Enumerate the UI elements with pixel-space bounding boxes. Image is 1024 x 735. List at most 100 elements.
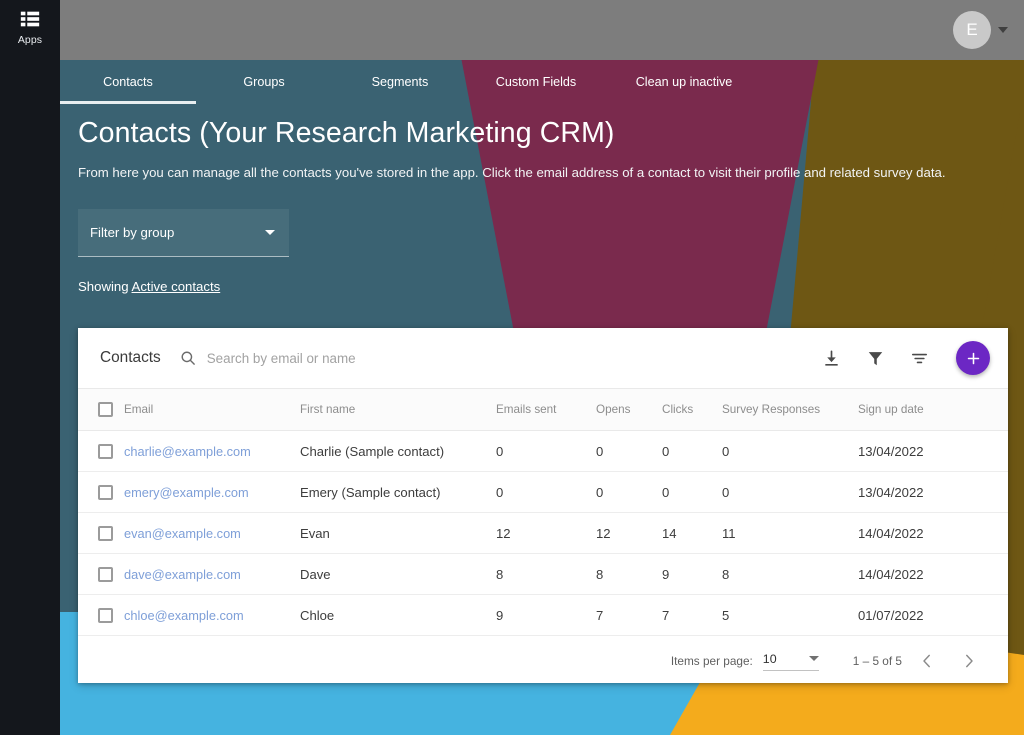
tab-custom-fields[interactable]: Custom Fields — [468, 60, 604, 104]
cell-signup-date: 13/04/2022 — [858, 472, 1008, 513]
items-per-page-label: Items per page: — [671, 654, 753, 668]
page-subtitle: From here you can manage all the contact… — [78, 164, 1008, 182]
row-select-cell — [78, 472, 124, 513]
cell-opens: 0 — [596, 472, 662, 513]
add-contact-button[interactable] — [956, 341, 990, 375]
column-header-signup-date[interactable]: Sign up date — [858, 389, 1008, 431]
account-menu[interactable]: E — [953, 11, 1008, 49]
cell-opens: 0 — [596, 431, 662, 472]
row-checkbox[interactable] — [98, 567, 113, 582]
column-header-clicks[interactable]: Clicks — [662, 389, 722, 431]
filter-by-group-select[interactable]: Filter by group — [78, 209, 289, 257]
tab-groups[interactable]: Groups — [196, 60, 332, 104]
email-link[interactable]: evan@example.com — [124, 526, 241, 541]
tab-label: Custom Fields — [496, 75, 576, 89]
cell-survey-responses: 11 — [722, 513, 858, 554]
row-checkbox[interactable] — [98, 526, 113, 541]
column-header-opens[interactable]: Opens — [596, 389, 662, 431]
cell-survey-responses: 5 — [722, 595, 858, 636]
sort-button[interactable] — [908, 347, 930, 369]
chevron-down-icon[interactable] — [998, 27, 1008, 33]
cell-email: chloe@example.com — [124, 595, 300, 636]
items-per-page-select[interactable]: 10 — [763, 652, 819, 671]
table-row[interactable]: charlie@example.com Charlie (Sample cont… — [78, 431, 1008, 472]
email-link[interactable]: chloe@example.com — [124, 608, 244, 623]
filter-button[interactable] — [864, 347, 886, 369]
table-row[interactable]: evan@example.com Evan 12 12 14 11 14/04/… — [78, 513, 1008, 554]
cell-clicks: 0 — [662, 472, 722, 513]
download-button[interactable] — [820, 347, 842, 369]
column-header-email[interactable]: Email — [124, 389, 300, 431]
cell-clicks: 14 — [662, 513, 722, 554]
row-select-cell — [78, 595, 124, 636]
tab-segments[interactable]: Segments — [332, 60, 468, 104]
table-row[interactable]: emery@example.com Emery (Sample contact)… — [78, 472, 1008, 513]
showing-status: Showing Active contacts — [78, 279, 220, 294]
column-header-first-name[interactable]: First name — [300, 389, 496, 431]
chevron-down-icon — [809, 656, 819, 661]
tab-label: Clean up inactive — [636, 75, 733, 89]
tab-label: Contacts — [103, 75, 153, 89]
table-row[interactable]: chloe@example.com Chloe 9 7 7 5 01/07/20… — [78, 595, 1008, 636]
active-contacts-link[interactable]: Active contacts — [132, 279, 221, 294]
toolbar-actions — [820, 341, 990, 375]
card-toolbar: Contacts — [78, 328, 1008, 388]
tab-contacts[interactable]: Contacts — [60, 60, 196, 104]
chevron-right-icon — [960, 652, 978, 670]
tab-label: Groups — [243, 75, 284, 89]
row-select-cell — [78, 513, 124, 554]
table-row[interactable]: dave@example.com Dave 8 8 9 8 14/04/2022 — [78, 554, 1008, 595]
cell-first-name: Dave — [300, 554, 496, 595]
cell-opens: 8 — [596, 554, 662, 595]
cell-clicks: 7 — [662, 595, 722, 636]
select-all-header — [78, 389, 124, 431]
contacts-table: Email First name Emails sent Opens Click… — [78, 388, 1008, 636]
next-page-button[interactable] — [952, 644, 986, 678]
avatar[interactable]: E — [953, 11, 991, 49]
previous-page-button[interactable] — [910, 644, 944, 678]
cell-email: dave@example.com — [124, 554, 300, 595]
left-rail: Apps — [0, 0, 60, 735]
cell-signup-date: 01/07/2022 — [858, 595, 1008, 636]
cell-emails-sent: 0 — [496, 472, 596, 513]
table-head: Email First name Emails sent Opens Click… — [78, 389, 1008, 431]
email-link[interactable]: charlie@example.com — [124, 444, 251, 459]
cell-email: charlie@example.com — [124, 431, 300, 472]
cell-opens: 12 — [596, 513, 662, 554]
tab-label: Segments — [372, 75, 429, 89]
card-title: Contacts — [100, 349, 161, 367]
cell-first-name: Charlie (Sample contact) — [300, 431, 496, 472]
row-checkbox[interactable] — [98, 444, 113, 459]
row-checkbox[interactable] — [98, 485, 113, 500]
page-header: Contacts (Your Research Marketing CRM) F… — [78, 116, 1008, 182]
row-select-cell — [78, 431, 124, 472]
items-per-page-value: 10 — [763, 652, 777, 666]
cell-opens: 7 — [596, 595, 662, 636]
column-header-emails-sent[interactable]: Emails sent — [496, 389, 596, 431]
row-checkbox[interactable] — [98, 608, 113, 623]
tab-active-indicator — [60, 101, 196, 104]
search-area — [179, 349, 820, 367]
table-body: charlie@example.com Charlie (Sample cont… — [78, 431, 1008, 636]
contacts-card: Contacts — [78, 328, 1008, 683]
sort-list-icon — [910, 349, 929, 368]
apps-list-icon — [19, 8, 41, 30]
filter-by-group-label: Filter by group — [90, 225, 265, 240]
plus-icon — [965, 350, 982, 367]
tab-bar: Contacts Groups Segments Custom Fields C… — [60, 60, 1024, 104]
showing-prefix: Showing — [78, 279, 129, 294]
cell-first-name: Emery (Sample contact) — [300, 472, 496, 513]
cell-clicks: 0 — [662, 431, 722, 472]
search-input[interactable] — [207, 351, 537, 366]
select-all-checkbox[interactable] — [98, 402, 113, 417]
column-header-survey-responses[interactable]: Survey Responses — [722, 389, 858, 431]
apps-button[interactable]: Apps — [0, 8, 60, 46]
email-link[interactable]: emery@example.com — [124, 485, 249, 500]
cell-survey-responses: 8 — [722, 554, 858, 595]
tab-clean-up-inactive[interactable]: Clean up inactive — [604, 60, 764, 104]
filter-funnel-icon — [866, 349, 885, 368]
chevron-down-icon — [265, 230, 275, 235]
cell-emails-sent: 0 — [496, 431, 596, 472]
cell-signup-date: 14/04/2022 — [858, 513, 1008, 554]
email-link[interactable]: dave@example.com — [124, 567, 241, 582]
